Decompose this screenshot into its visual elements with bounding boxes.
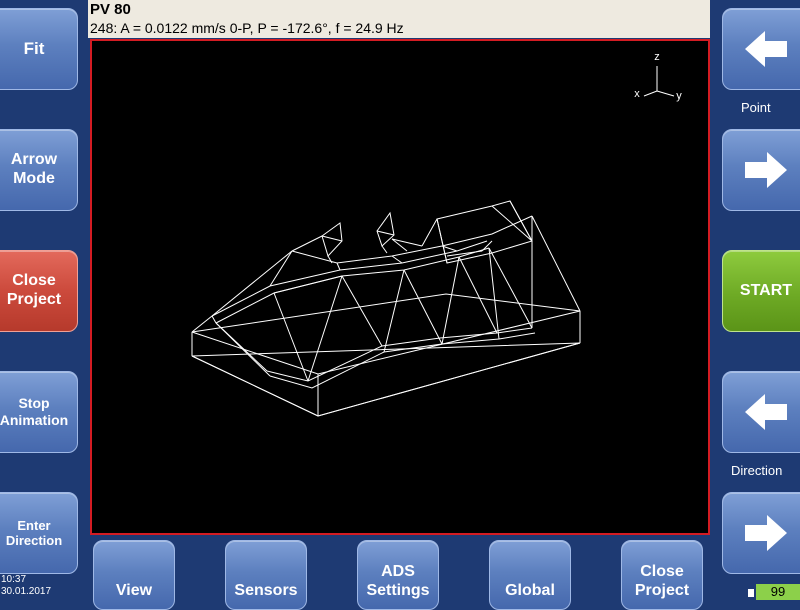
measurement-info: 248: A = 0.0122 mm/s 0-P, P = -172.6°, f…	[90, 20, 404, 36]
close-project-button-left[interactable]: Close Project	[0, 250, 78, 332]
page-title: PV 80	[90, 1, 131, 18]
axis-triad	[643, 66, 675, 97]
time-text: 10:37	[1, 574, 27, 585]
axis-y-label: y	[676, 90, 682, 102]
direction-label: Direction	[731, 463, 783, 478]
direction-prev-button[interactable]	[722, 371, 800, 453]
point-prev-button[interactable]	[722, 8, 800, 90]
counter-value: 99	[756, 584, 800, 600]
header-bar: PV 80 248: A = 0.0122 mm/s 0-P, P = -172…	[88, 0, 710, 38]
arrow-mode-button[interactable]: Arrow Mode	[0, 129, 78, 211]
3d-viewport[interactable]: z x y	[90, 39, 710, 535]
counter-marker	[748, 589, 754, 597]
arrow-right-icon	[745, 515, 787, 551]
stop-animation-button[interactable]: Stop Animation	[0, 371, 78, 453]
fit-button[interactable]: Fit	[0, 8, 78, 90]
arrow-right-icon	[745, 152, 787, 188]
point-next-button[interactable]	[722, 129, 800, 211]
start-button[interactable]: START	[722, 250, 800, 332]
axis-x-label: x	[634, 88, 640, 100]
enter-direction-button[interactable]: Enter Direction	[0, 492, 78, 574]
counter-badge: 99	[748, 584, 800, 600]
arrow-left-icon	[745, 394, 787, 430]
axis-z-label: z	[654, 51, 660, 63]
wireframe-model[interactable]: z x y	[92, 41, 708, 533]
clock: 10:37 30.01.2017	[1, 574, 51, 598]
direction-next-button[interactable]	[722, 492, 800, 574]
arrow-left-icon	[745, 31, 787, 67]
date-text: 30.01.2017	[1, 586, 52, 597]
point-label: Point	[741, 100, 771, 115]
